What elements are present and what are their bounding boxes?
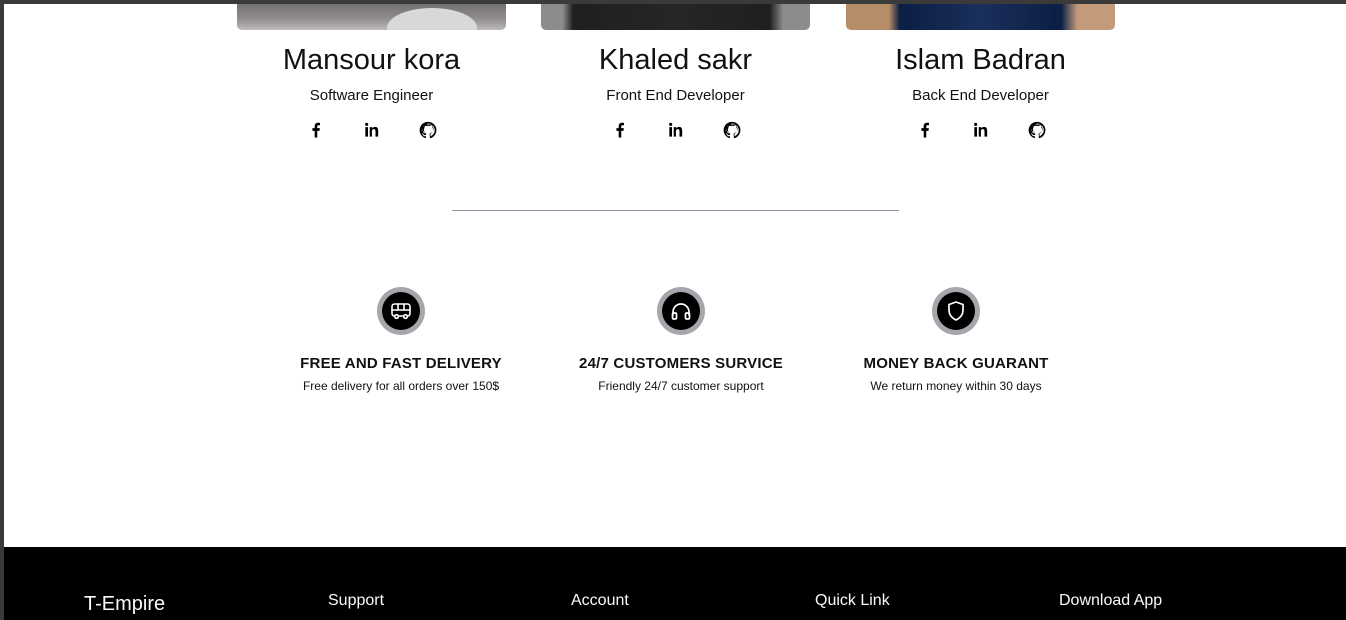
footer-brand[interactable]: T-Empire <box>84 592 165 616</box>
team-member-name: Islam Badran <box>895 44 1066 76</box>
facebook-icon[interactable] <box>915 120 935 140</box>
service-title: MONEY BACK GUARANT <box>863 355 1049 372</box>
team-member-photo <box>846 4 1115 30</box>
team-member-role: Software Engineer <box>309 87 434 104</box>
footer-heading-account: Account <box>571 592 629 609</box>
team-section: Mansour kora Software Engineer Khaled sa… <box>4 4 1346 164</box>
guarantee-badge <box>932 287 980 335</box>
service-description: Free delivery for all orders over 150$ <box>302 379 500 393</box>
footer: T-Empire Support Account Quick Link Down… <box>4 547 1346 620</box>
service-item: FREE AND FAST DELIVERY Free delivery for… <box>271 287 531 394</box>
team-member-photo <box>541 4 810 30</box>
shield-icon <box>948 301 964 321</box>
service-description: We return money within 30 days <box>870 379 1042 393</box>
service-item: 24/7 CUSTOMERS SURVICE Friendly 24/7 cus… <box>551 287 811 394</box>
service-description: Friendly 24/7 customer support <box>598 379 764 393</box>
team-member-role: Back End Developer <box>912 87 1049 104</box>
delivery-van-icon <box>391 303 411 320</box>
github-icon[interactable] <box>418 120 438 140</box>
team-member-role: Front End Developer <box>606 87 745 104</box>
social-links <box>846 120 1115 140</box>
facebook-icon[interactable] <box>306 120 326 140</box>
headphones-icon <box>671 303 691 320</box>
linkedin-icon[interactable] <box>971 120 991 140</box>
facebook-icon[interactable] <box>610 120 630 140</box>
linkedin-icon[interactable] <box>362 120 382 140</box>
footer-heading-support: Support <box>328 592 385 609</box>
github-icon[interactable] <box>1027 120 1047 140</box>
team-member-name: Mansour kora <box>282 44 461 76</box>
delivery-badge <box>377 287 425 335</box>
github-icon[interactable] <box>722 120 742 140</box>
support-badge <box>657 287 705 335</box>
team-member-name: Khaled sakr <box>598 44 753 76</box>
footer-heading-quick-link: Quick Link <box>815 592 890 609</box>
footer-heading-download-app: Download App <box>1059 592 1163 609</box>
section-divider <box>452 210 899 211</box>
social-links <box>237 120 506 140</box>
service-item: MONEY BACK GUARANT We return money withi… <box>826 287 1086 394</box>
team-member-photo <box>237 4 506 30</box>
page: Mansour kora Software Engineer Khaled sa… <box>4 4 1346 620</box>
service-title: FREE AND FAST DELIVERY <box>300 355 502 372</box>
linkedin-icon[interactable] <box>666 120 686 140</box>
social-links <box>541 120 810 140</box>
service-title: 24/7 CUSTOMERS SURVICE <box>579 355 783 372</box>
